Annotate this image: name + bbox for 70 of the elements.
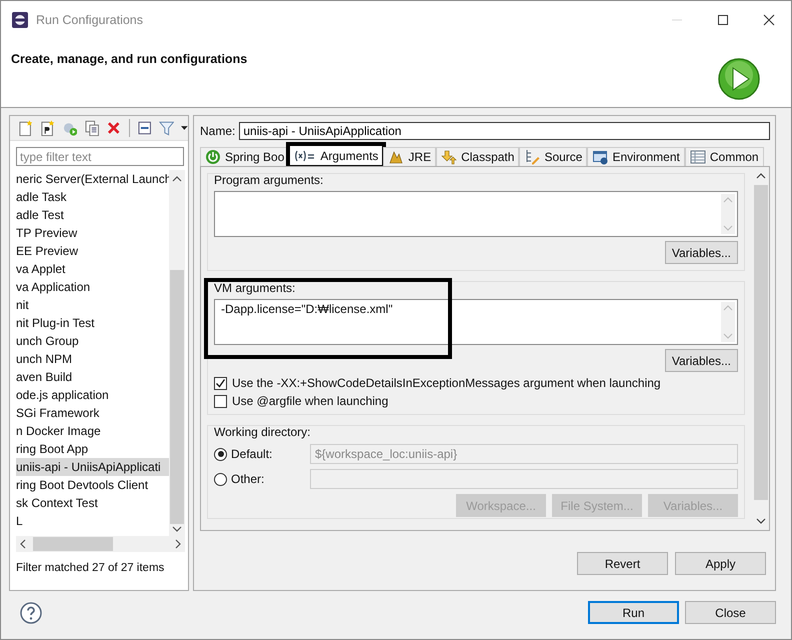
- filter-status: Filter matched 27 of 27 items: [15, 561, 166, 574]
- group-label: Program arguments:: [214, 173, 324, 187]
- filter-icon[interactable]: [158, 120, 174, 136]
- variables-button[interactable]: Variables...: [664, 349, 738, 372]
- config-list-item[interactable]: va Applet: [16, 260, 169, 278]
- radio-label: Other:: [231, 472, 266, 486]
- name-label: Name:: [200, 124, 236, 138]
- config-list-item[interactable]: uniis-api - UniisApiApplicati: [16, 458, 169, 476]
- delete-icon[interactable]: [106, 120, 122, 136]
- config-list-item[interactable]: EE Preview: [16, 242, 169, 260]
- config-list-item[interactable]: nit: [16, 296, 169, 314]
- variable-icon: [294, 148, 316, 164]
- config-list-item[interactable]: adle Test: [16, 206, 169, 224]
- text-scrollbar[interactable]: [721, 194, 735, 234]
- config-list-item[interactable]: nit Plug-in Test: [16, 314, 169, 332]
- variables-button[interactable]: Variables...: [664, 241, 738, 264]
- dialog-button[interactable]: Close: [685, 601, 776, 624]
- window-icon: [592, 149, 608, 165]
- help-icon[interactable]: [20, 602, 42, 624]
- tab[interactable]: Environment: [587, 147, 685, 166]
- checkbox[interactable]: [214, 376, 227, 390]
- filter-field[interactable]: type filter text: [16, 147, 184, 166]
- dropdown-caret-icon[interactable]: [181, 126, 188, 130]
- config-list-item[interactable]: unch NPM: [16, 350, 169, 368]
- config-list-item[interactable]: ring Boot Devtools Client: [16, 476, 169, 494]
- arrows-icon: [441, 149, 458, 165]
- config-list-item[interactable]: adle Task: [16, 188, 169, 206]
- config-list-item[interactable]: n Docker Image: [16, 422, 169, 440]
- maximize-icon[interactable]: [717, 14, 729, 26]
- group-label: VM arguments:: [214, 281, 296, 295]
- export-icon[interactable]: [62, 120, 77, 136]
- config-list-item[interactable]: aven Build: [16, 368, 169, 386]
- table-icon: [690, 149, 706, 165]
- tab[interactable]: Source: [519, 147, 588, 166]
- checkbox-label: Use the -XX:+ShowCodeDetailsInExceptionMessages argument when launching: [232, 376, 661, 390]
- header-title: Create, manage, and run configurations: [11, 52, 248, 66]
- config-list-item[interactable]: SGi Framework: [16, 404, 169, 422]
- config-button[interactable]: Revert: [577, 552, 668, 575]
- checkbox[interactable]: [214, 394, 227, 408]
- name-field[interactable]: uniis-api - UniisApiApplication: [239, 122, 770, 140]
- close-icon[interactable]: [763, 14, 775, 26]
- tree-pencil-icon: [524, 149, 540, 165]
- tab[interactable]: JRE: [383, 147, 436, 166]
- tab[interactable]: Arguments: [289, 145, 384, 166]
- config-list-item[interactable]: sk Context Test: [16, 494, 169, 512]
- radio-label: Default:: [231, 447, 274, 461]
- argument-field[interactable]: -Dapp.license="D:₩license.xml": [214, 299, 738, 345]
- config-list-item[interactable]: va Application: [16, 278, 169, 296]
- app-icon: [12, 12, 28, 28]
- group-label: Working directory:: [214, 425, 312, 439]
- dialog-button[interactable]: Run: [588, 601, 679, 624]
- new-prototype-icon[interactable]: [39, 120, 55, 136]
- config-list-item[interactable]: L: [16, 512, 169, 530]
- tab[interactable]: Common: [684, 147, 764, 166]
- horizontal-scrollbar[interactable]: [16, 536, 185, 552]
- window-title: Run Configurations: [36, 13, 144, 27]
- config-button[interactable]: Apply: [675, 552, 766, 575]
- config-list-item[interactable]: ode.js application: [16, 386, 169, 404]
- config-list-item[interactable]: TP Preview: [16, 224, 169, 242]
- collapse-icon[interactable]: [136, 120, 152, 136]
- new-config-icon[interactable]: [17, 120, 32, 136]
- duplicate-icon[interactable]: [84, 120, 100, 136]
- tab[interactable]: Classpath: [436, 147, 520, 166]
- power-icon: [205, 149, 221, 165]
- checkbox-label: Use @argfile when launching: [232, 394, 388, 408]
- run-icon: [717, 57, 761, 101]
- config-list-item[interactable]: ring Boot App: [16, 440, 169, 458]
- config-list-item[interactable]: unch Group: [16, 332, 169, 350]
- argument-text: -Dapp.license="D:₩license.xml": [220, 301, 394, 318]
- text-scrollbar[interactable]: [721, 302, 735, 342]
